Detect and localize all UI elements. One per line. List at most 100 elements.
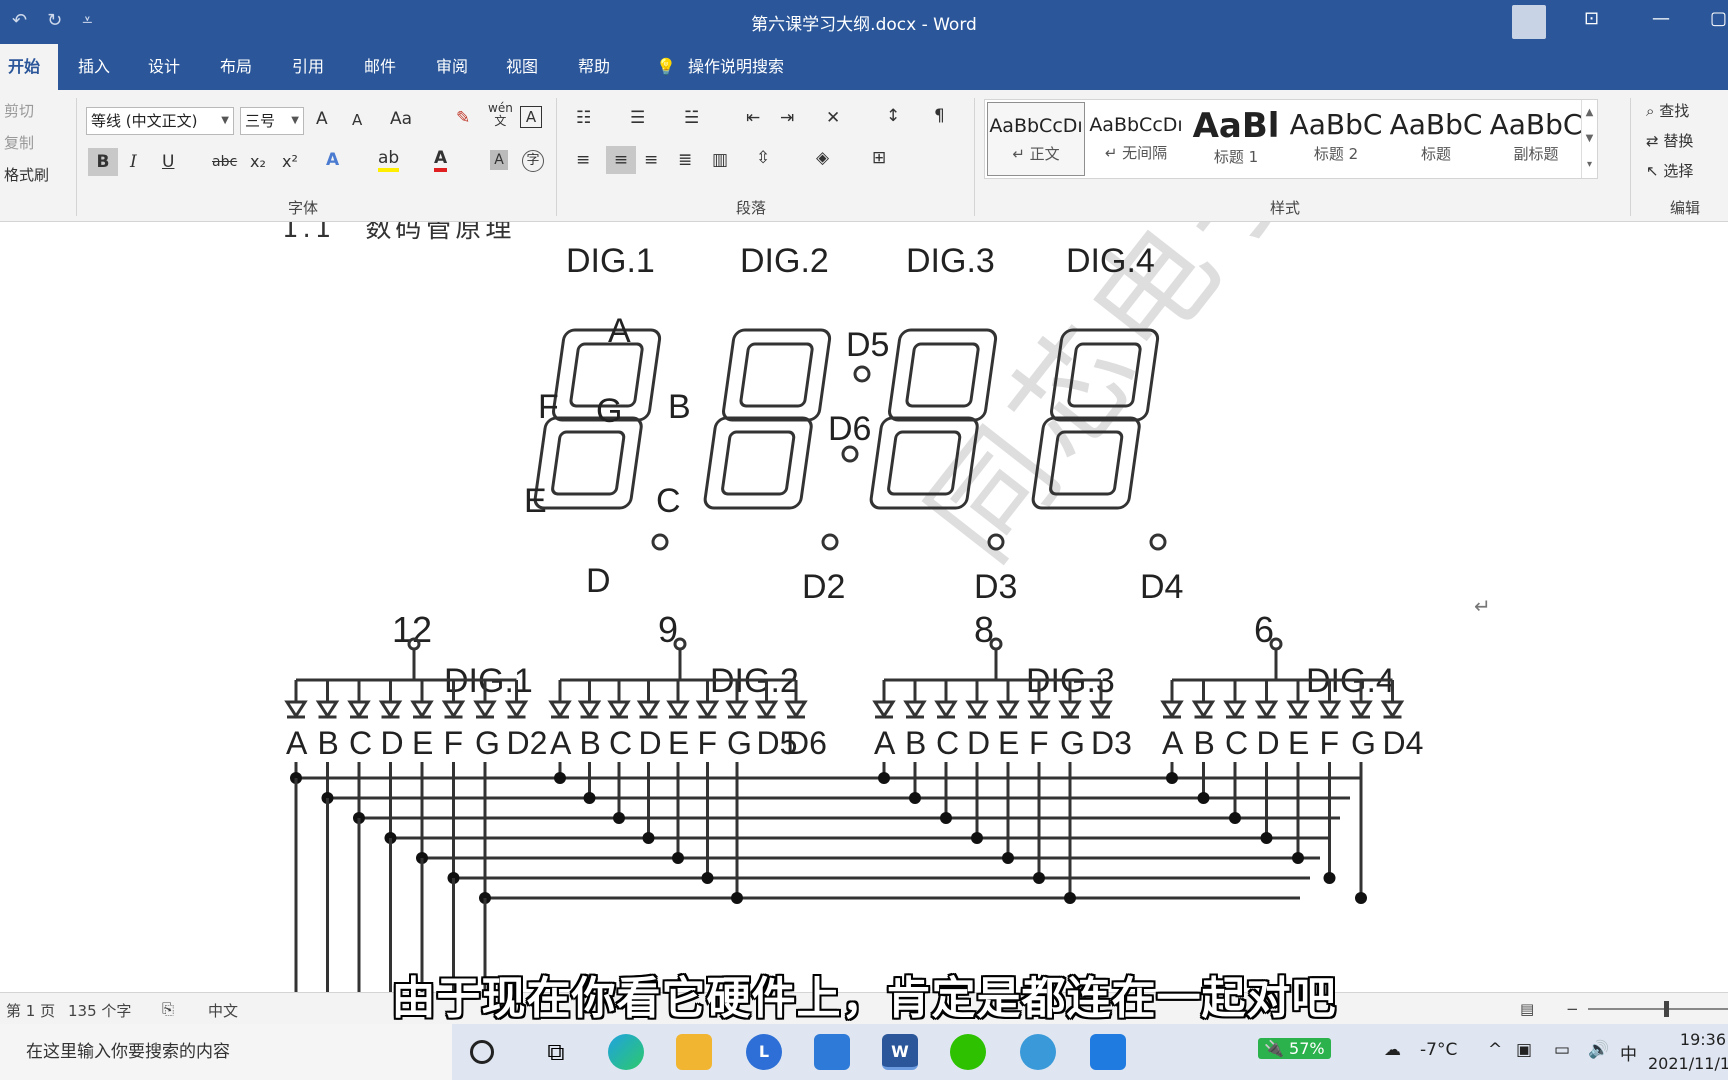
task-view-icon[interactable]: ⧉ [538,1034,574,1070]
junction-dot [878,772,890,784]
cut-button[interactable]: 剪切 [4,100,34,121]
justify-icon[interactable]: ≣ [678,150,692,170]
style-heading-1[interactable]: AaBl 标题 1 [1187,102,1285,176]
font-name-combo[interactable]: 等线 (中文正文) ▼ [86,107,234,135]
led-diode [695,700,720,719]
superscript-button[interactable]: x² [282,152,298,171]
tab-references[interactable]: 引用 [284,44,332,90]
tab-insert[interactable]: 插入 [70,44,118,90]
borders-icon[interactable]: ⊞ [872,148,886,168]
change-case-button[interactable]: Aa [390,109,412,129]
weather-temp[interactable]: -7°C [1420,1040,1457,1060]
wechat-icon[interactable] [950,1034,986,1070]
shrink-font-button[interactable]: A [352,111,362,129]
dot-label-d3: D3 [974,568,1017,606]
clock[interactable]: 19:36 2021/11/1 [1648,1028,1728,1076]
style-title[interactable]: AaBbC 标题 [1387,102,1485,176]
paragraph-group-label: 段落 [736,199,767,217]
tab-home[interactable]: 开始 [0,44,58,90]
led-label: D [381,725,404,761]
tab-review[interactable]: 审阅 [428,44,476,90]
grow-font-button[interactable]: A [316,109,328,129]
style-heading-2[interactable]: AaBbC 标题 2 [1287,102,1385,176]
align-center-icon[interactable]: ≡ [606,146,636,174]
char-shading-icon[interactable]: A [490,150,508,170]
display-icon[interactable]: ▭ [1554,1040,1570,1060]
weather-icon[interactable]: ☁ [1384,1040,1401,1060]
highlight-icon[interactable]: ab [378,148,400,172]
lenovo-app-icon[interactable]: L [746,1034,782,1070]
italic-button[interactable]: I [130,152,137,172]
taskbar-search[interactable]: 在这里输入你要搜索的内容 [0,1024,452,1080]
ribbon-display-icon[interactable]: ⊡ [1584,8,1599,29]
styles-group-label: 样式 [1270,199,1301,217]
align-right-icon[interactable]: ≡ [644,150,658,170]
show-hidden-icons[interactable]: ^ [1488,1040,1502,1060]
subscript-button[interactable]: x₂ [250,152,266,171]
account-avatar[interactable] [1512,5,1546,39]
tab-help[interactable]: 帮助 [570,44,618,90]
style-name: ↵ 正文 [1012,145,1060,163]
bold-button[interactable]: B [88,148,118,176]
file-explorer-icon[interactable] [676,1034,712,1070]
junction-dot [971,832,983,844]
font-color-icon[interactable]: A [434,148,448,172]
select-button[interactable]: ↖ 选择 [1646,160,1693,181]
line-spacing-icon[interactable]: ⇳ [756,148,770,168]
increase-indent-icon[interactable]: ⇥ [780,108,794,128]
minimize-button[interactable]: — [1652,8,1670,29]
bullets-icon[interactable]: ☷ [576,108,591,128]
document-canvas[interactable]: 1.1 数码管原理 同芯电子科技 ↵ DIG.1 DIG.2 DIG.3 DIG.4 A… [0,222,1728,992]
align-left-icon[interactable]: ≡ [576,150,590,170]
sort-icon[interactable]: ↕ [886,106,900,126]
junction-dot [1355,892,1367,904]
tab-view[interactable]: 视图 [498,44,546,90]
styles-scroll[interactable]: ▲ ▼ ▾ [1581,100,1597,178]
style-normal[interactable]: AaBbCcDı ↵ 正文 [987,102,1085,176]
tab-design[interactable]: 设计 [140,44,188,90]
decrease-indent-icon[interactable]: ⇤ [746,108,760,128]
font-size-combo[interactable]: 三号 ▼ [240,107,304,135]
char-border-icon[interactable]: A [520,106,542,128]
copy-button[interactable]: 复制 [4,132,34,153]
text-effects-icon[interactable]: A [326,150,339,170]
underline-button[interactable]: U [162,152,174,172]
distribute-icon[interactable]: ▥ [712,150,728,170]
find-button[interactable]: ⌕ 查找 [1646,100,1689,121]
numbering-icon[interactable]: ☰ [630,108,645,128]
led-label: E [998,725,1019,761]
asian-layout-icon[interactable]: ✕ [826,108,840,128]
led-label: B [905,725,926,761]
maximize-button[interactable]: ▢ [1710,8,1727,29]
word-taskbar-icon[interactable]: W [882,1034,918,1070]
battery-indicator[interactable]: 🔌 57% [1258,1038,1331,1059]
cortana-icon[interactable] [470,1040,494,1064]
format-painter-button[interactable]: 格式刷 [4,164,49,185]
ime-indicator[interactable]: 中 [1620,1040,1637,1065]
show-marks-icon[interactable]: ¶ [934,106,945,126]
led-label: D3 [1091,725,1132,761]
tell-me-search[interactable]: 操作说明搜索 [680,44,792,90]
style-subtitle[interactable]: AaBbC 副标题 [1487,102,1585,176]
multilevel-list-icon[interactable]: ☱ [684,108,699,128]
mail-icon[interactable] [814,1034,850,1070]
colon-dot [853,365,871,383]
clear-format-icon[interactable]: ✎ [456,108,470,128]
dot-label-d4: D4 [1140,568,1183,606]
photos-icon[interactable] [1090,1034,1126,1070]
tab-layout[interactable]: 布局 [212,44,260,90]
replace-button[interactable]: ⇄ 替换 [1646,130,1693,151]
lightbulb-icon: 💡 [656,57,676,76]
phonetic-guide-button[interactable]: wén 文 [488,102,513,128]
font-size-value: 三号 [245,112,276,130]
shading-icon[interactable]: ◈ [816,148,829,168]
volume-icon[interactable]: 🔊 [1588,1040,1609,1060]
tab-mailings[interactable]: 邮件 [356,44,404,90]
strikethrough-button[interactable]: abc [212,154,237,170]
edge-icon[interactable] [608,1034,644,1070]
style-no-spacing[interactable]: AaBbCcDı ↵ 无间隔 [1087,102,1185,176]
browser-icon[interactable] [1020,1034,1056,1070]
enclose-char-icon[interactable]: 字 [522,150,544,172]
network-icon[interactable]: ▣ [1516,1040,1532,1060]
segment-label-e: E [524,482,547,520]
